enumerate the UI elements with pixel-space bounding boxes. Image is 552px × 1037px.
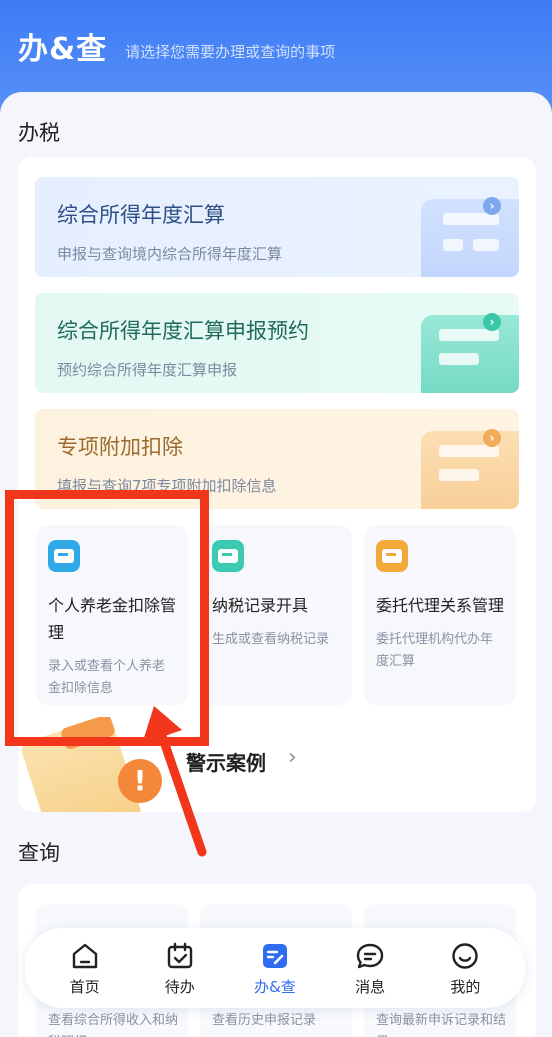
tab-do-query[interactable]: 办&查	[235, 940, 315, 997]
tile-subtitle: 查看综合所得收入和纳税明细	[48, 1013, 179, 1037]
tile-subtitle: 生成或查看纳税记录	[212, 632, 330, 647]
tile-title: 纳税记录开具	[212, 596, 309, 615]
chevron-right-icon: ›	[483, 197, 501, 215]
tab-label: 消息	[355, 977, 386, 996]
page-title: 办&查	[18, 32, 108, 67]
clock-form-illustration-icon	[421, 315, 519, 393]
tile-subtitle: 查询最新申诉记录和结果	[376, 1013, 507, 1037]
tax-record-icon	[212, 540, 244, 572]
tab-todo[interactable]: 待办	[140, 940, 220, 997]
tab-label: 首页	[69, 977, 100, 996]
calendar-check-icon	[167, 942, 192, 968]
agent-hand-icon	[376, 540, 408, 572]
tab-label: 待办	[164, 977, 195, 996]
tab-messages[interactable]: 消息	[330, 940, 410, 997]
tile-tax-record[interactable]: 纳税记录开具 生成或查看纳税记录	[200, 525, 352, 705]
query-section-title: 查询	[18, 841, 60, 865]
pen-form-illustration-icon	[421, 431, 519, 509]
calculator-illustration-icon	[421, 199, 519, 277]
banner-annual-settlement[interactable]: 综合所得年度汇算 申报与查询境内综合所得年度汇算 ›	[35, 177, 519, 277]
tile-subtitle: 委托代理机构代办年度汇算	[376, 632, 494, 669]
page-subtitle: 请选择您需要办理或查询的事项	[125, 43, 336, 61]
tab-label: 我的	[450, 977, 481, 996]
tile-title: 委托代理关系管理	[376, 596, 505, 615]
banner-settlement-appointment[interactable]: 综合所得年度汇算申报预约 预约综合所得年度汇算申报 ›	[35, 293, 519, 393]
page-header: 办&查 请选择您需要办理或查询的事项	[0, 0, 552, 90]
chevron-right-icon: ›	[483, 429, 501, 447]
chevron-right-icon: ›	[288, 745, 297, 770]
tab-label: 办&查	[254, 977, 296, 996]
tile-agent-relationship[interactable]: 委托代理关系管理 委托代理机构代办年度汇算	[364, 525, 516, 705]
chevron-right-icon: ›	[483, 313, 501, 331]
tax-section-title: 办税	[18, 121, 60, 145]
smile-icon	[452, 942, 479, 969]
tab-home[interactable]: 首页	[45, 940, 125, 997]
home-icon	[72, 943, 97, 968]
bottom-tab-bar: 首页 待办 办&查 消息 我的	[25, 928, 525, 1008]
tab-mine[interactable]: 我的	[425, 940, 505, 997]
tile-subtitle: 查看历史申报记录	[212, 1013, 317, 1028]
message-icon	[356, 943, 384, 968]
do-query-icon	[262, 943, 287, 968]
annotation-arrow-icon	[142, 706, 207, 857]
